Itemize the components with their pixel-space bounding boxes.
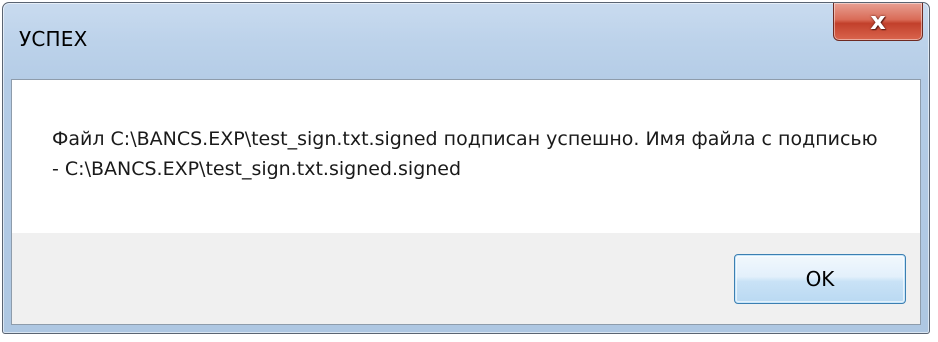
message-area: Файл C:\BANCS.EXP\test_sign.txt.signed п…: [12, 80, 920, 233]
ok-button[interactable]: OK: [734, 254, 906, 304]
dialog-message: Файл C:\BANCS.EXP\test_sign.txt.signed п…: [52, 128, 878, 180]
close-button[interactable]: x: [833, 3, 923, 41]
dialog-client-area: Файл C:\BANCS.EXP\test_sign.txt.signed п…: [11, 79, 921, 325]
close-icon: x: [870, 7, 886, 35]
dialog-title: УСПЕХ: [19, 27, 88, 51]
message-dialog: УСПЕХ x Файл C:\BANCS.EXP\test_sign.txt.…: [2, 2, 930, 334]
title-bar[interactable]: УСПЕХ x: [3, 3, 929, 79]
